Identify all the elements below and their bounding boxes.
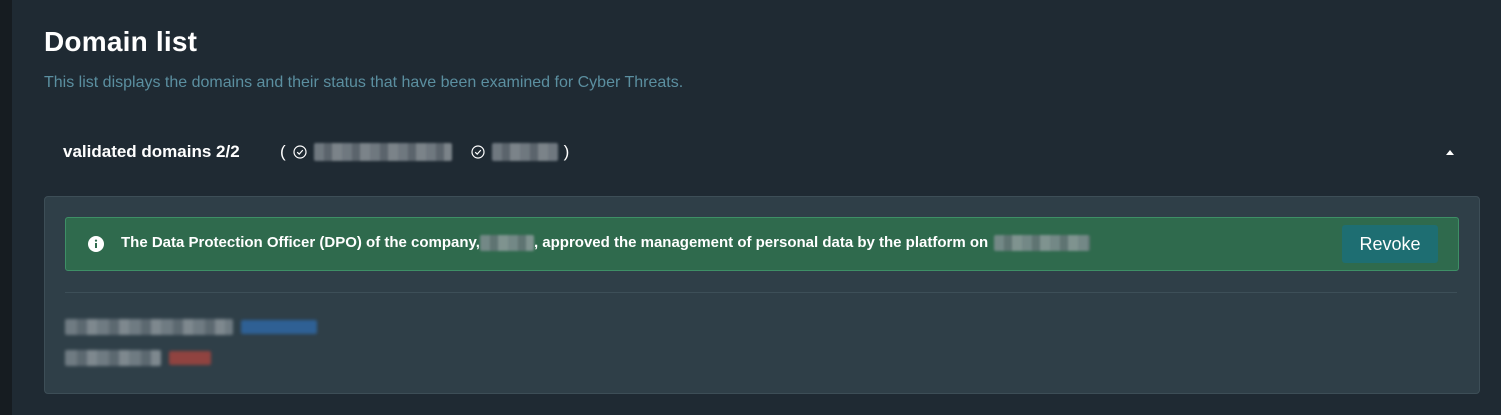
close-paren: ) xyxy=(563,142,570,161)
redacted-company xyxy=(479,234,534,251)
section-title: validated domains 2/2 xyxy=(63,142,240,161)
check-circle-icon xyxy=(470,144,486,160)
validated-domains-header[interactable]: validated domains 2/2 ( ) xyxy=(44,128,1480,176)
alert-text-part2: , approved the management of personal da… xyxy=(533,234,989,251)
revoke-button[interactable]: Revoke xyxy=(1342,225,1438,263)
left-sidebar-strip xyxy=(0,0,12,415)
dpo-approval-alert: The Data Protection Officer (DPO) of the… xyxy=(65,217,1459,271)
page-subtitle: This list displays the domains and their… xyxy=(44,74,684,91)
page-title: Domain list xyxy=(44,26,198,57)
open-paren: ( xyxy=(280,142,286,161)
alert-text-part1: The Data Protection Officer (DPO) of the… xyxy=(121,234,480,251)
status-badge xyxy=(241,320,317,334)
domain-row[interactable] xyxy=(65,350,211,366)
check-circle-icon xyxy=(292,144,308,160)
divider xyxy=(65,292,1457,293)
redacted-domain-name xyxy=(65,350,161,366)
redacted-domain-1 xyxy=(313,143,452,161)
caret-up-icon[interactable] xyxy=(1442,144,1458,160)
info-icon xyxy=(88,236,104,252)
redacted-domain-2 xyxy=(491,143,558,161)
alert-message: The Data Protection Officer (DPO) of the… xyxy=(121,234,1091,251)
redacted-date xyxy=(994,234,1091,251)
redacted-domain-name xyxy=(65,319,233,335)
domain-row[interactable] xyxy=(65,319,317,335)
validated-domains-summary: ( ) xyxy=(280,142,569,162)
status-badge xyxy=(169,351,211,365)
domain-details-box: The Data Protection Officer (DPO) of the… xyxy=(44,196,1480,394)
